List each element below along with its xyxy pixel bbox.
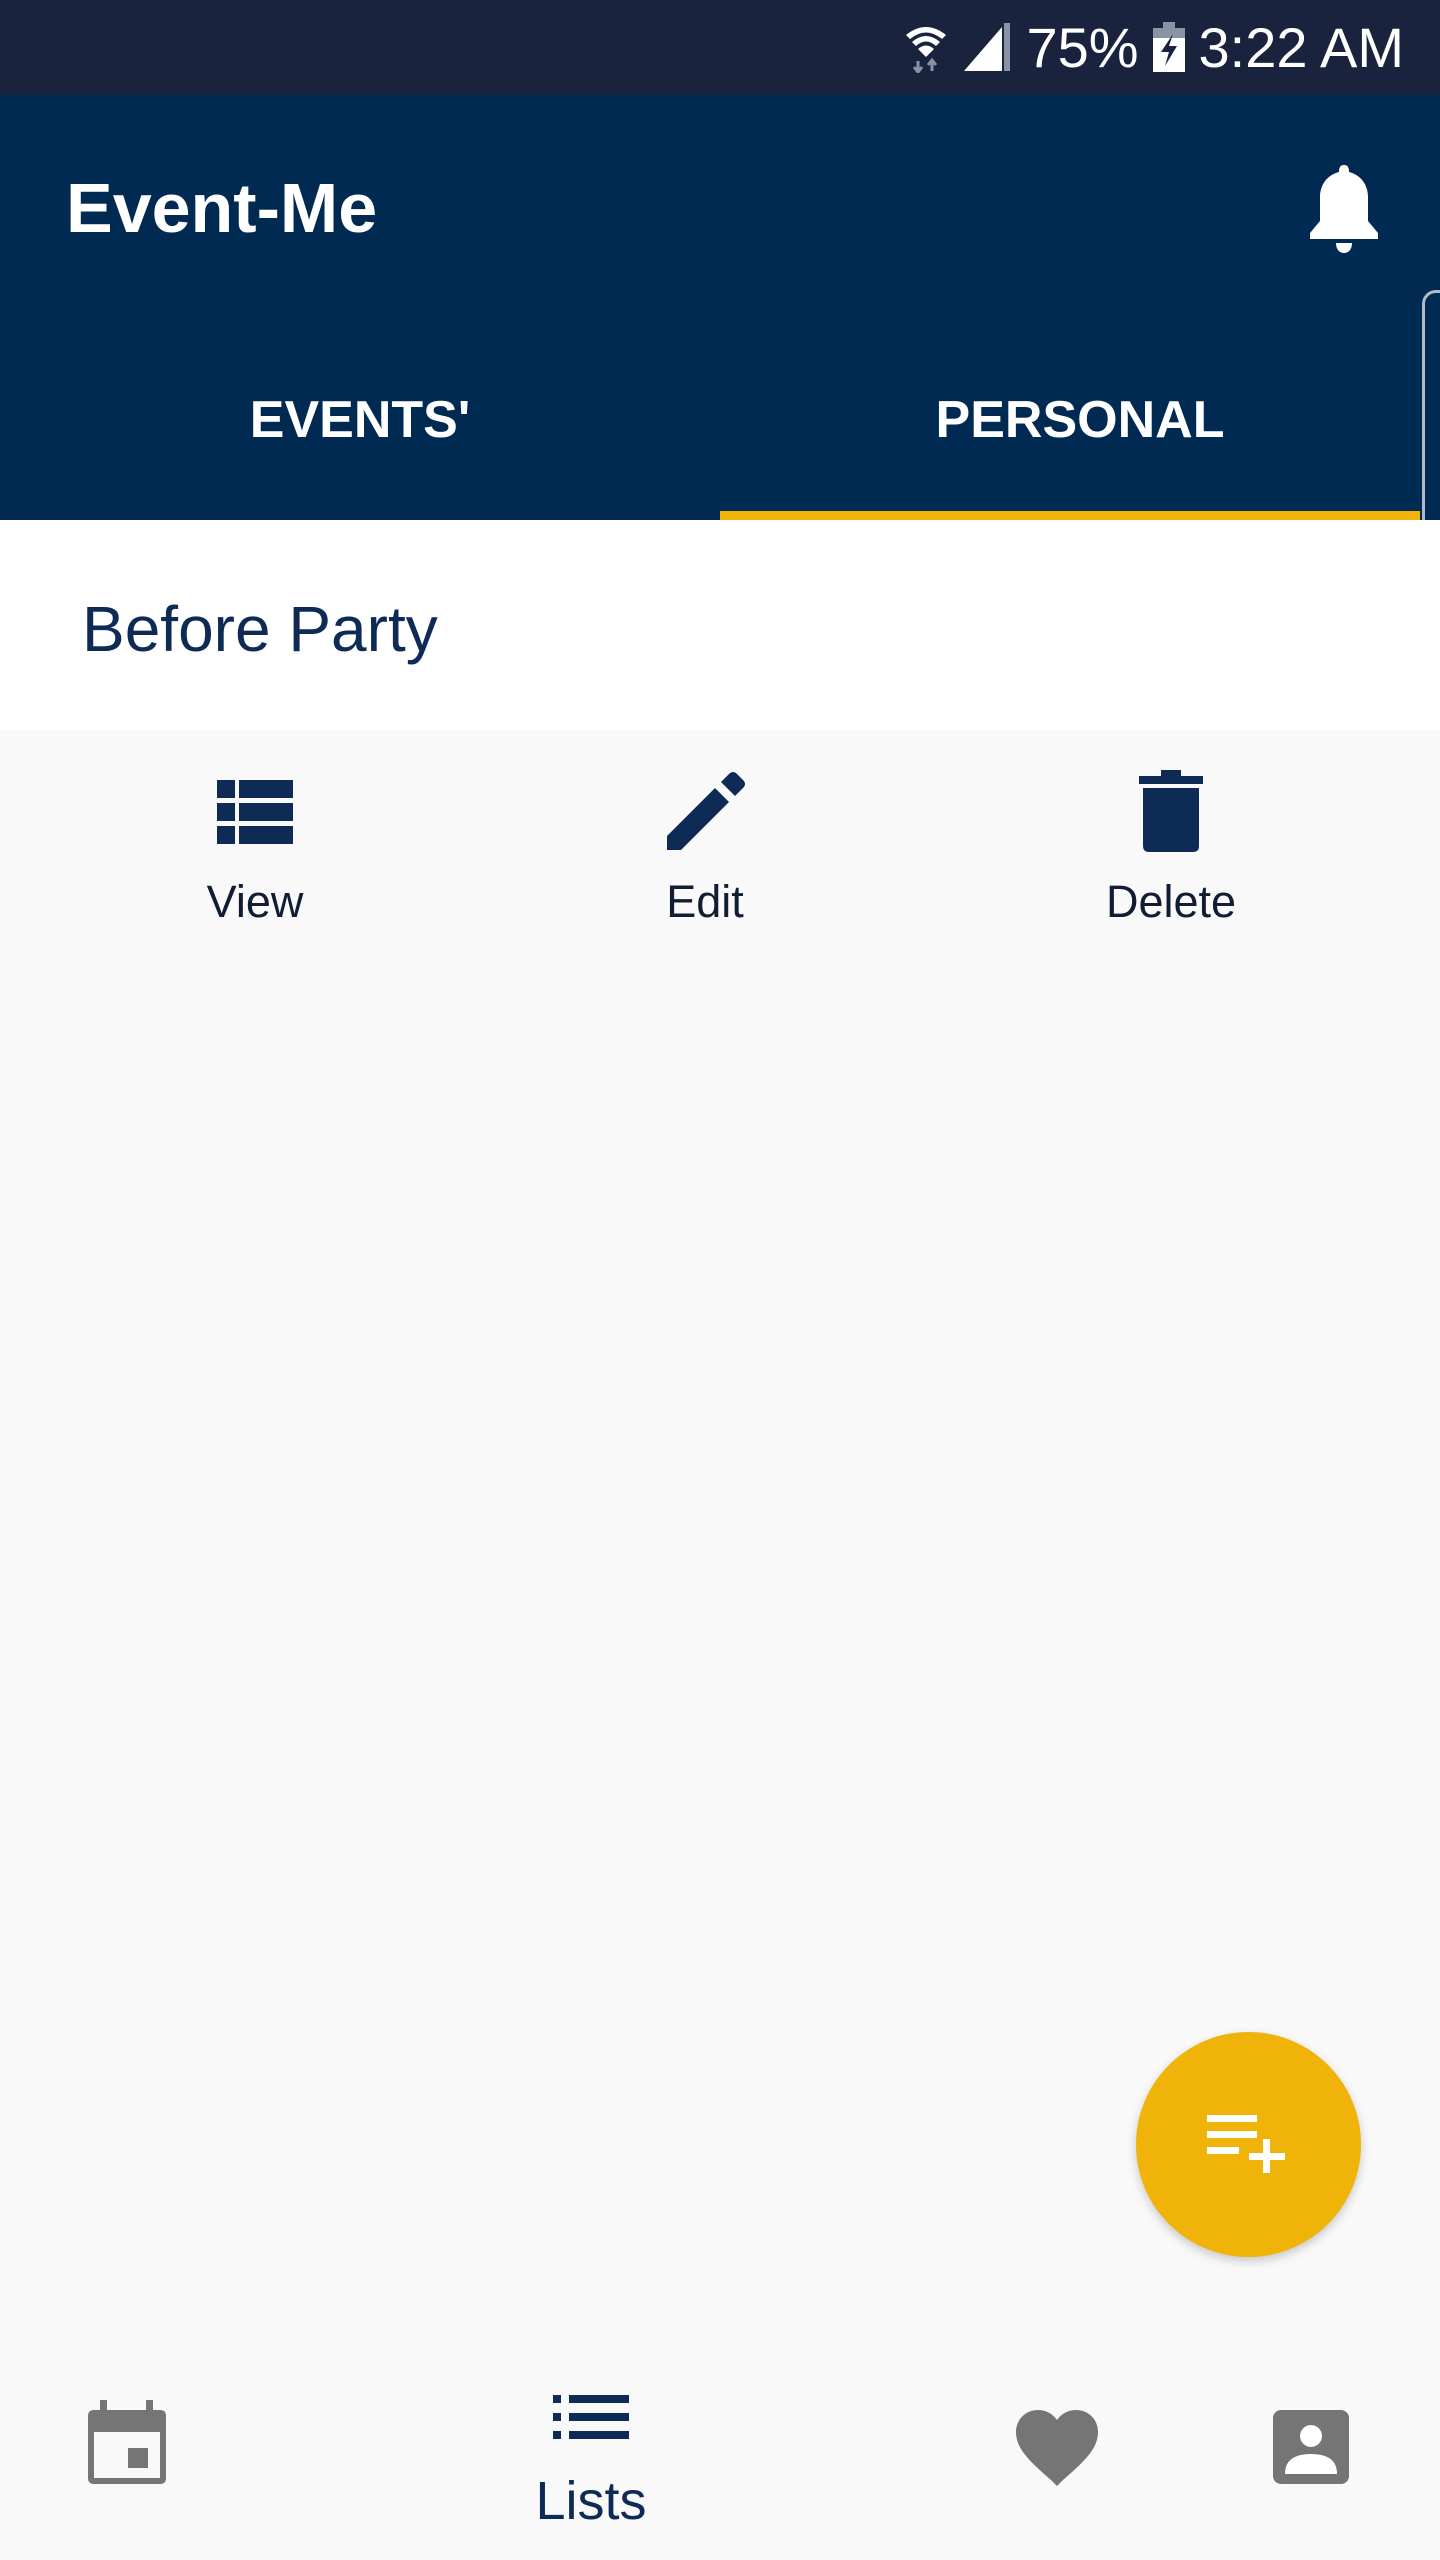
bottom-nav-profile[interactable] <box>1273 2410 1349 2484</box>
add-list-button[interactable] <box>1136 2032 1361 2257</box>
scroll-handle[interactable] <box>1422 290 1440 552</box>
bottom-nav-calendar[interactable] <box>88 2400 166 2484</box>
view-list-icon <box>217 780 293 844</box>
list-item-title: Before Party <box>82 593 438 665</box>
delete-label: Delete <box>1105 876 1237 927</box>
pencil-icon <box>667 772 745 850</box>
edit-label: Edit <box>666 876 744 927</box>
wifi-icon <box>906 27 947 73</box>
signal-icon <box>964 23 1011 71</box>
tab-personal[interactable]: PERSONAL <box>720 390 1440 450</box>
bottom-nav-lists[interactable] <box>553 2395 629 2439</box>
view-label: View <box>206 876 304 927</box>
view-button[interactable]: View <box>125 770 385 928</box>
app-title: Event-Me <box>66 169 378 247</box>
status-bar: 75% 3:22 AM <box>0 0 1440 95</box>
edit-button[interactable]: Edit <box>575 770 835 928</box>
bottom-nav-favorites[interactable] <box>1016 2410 1098 2486</box>
delete-button[interactable]: Delete <box>1041 770 1301 928</box>
clock: 3:22 AM <box>1198 15 1404 79</box>
playlist-add-icon <box>1206 2114 1285 2173</box>
bottom-nav-lists-label[interactable]: Lists <box>491 2470 691 2532</box>
heart-icon <box>1016 2410 1098 2486</box>
list-icon <box>553 2395 629 2439</box>
app-bar <box>0 95 1440 520</box>
contact-icon <box>1273 2410 1349 2484</box>
tab-indicator <box>720 511 1420 520</box>
bell-icon[interactable] <box>1308 165 1380 255</box>
battery-percent: 75% <box>1026 15 1139 79</box>
tab-events[interactable]: EVENTS' <box>0 390 720 450</box>
battery-charging-icon <box>1152 22 1185 72</box>
calendar-icon <box>88 2400 166 2484</box>
trash-icon <box>1139 770 1203 852</box>
